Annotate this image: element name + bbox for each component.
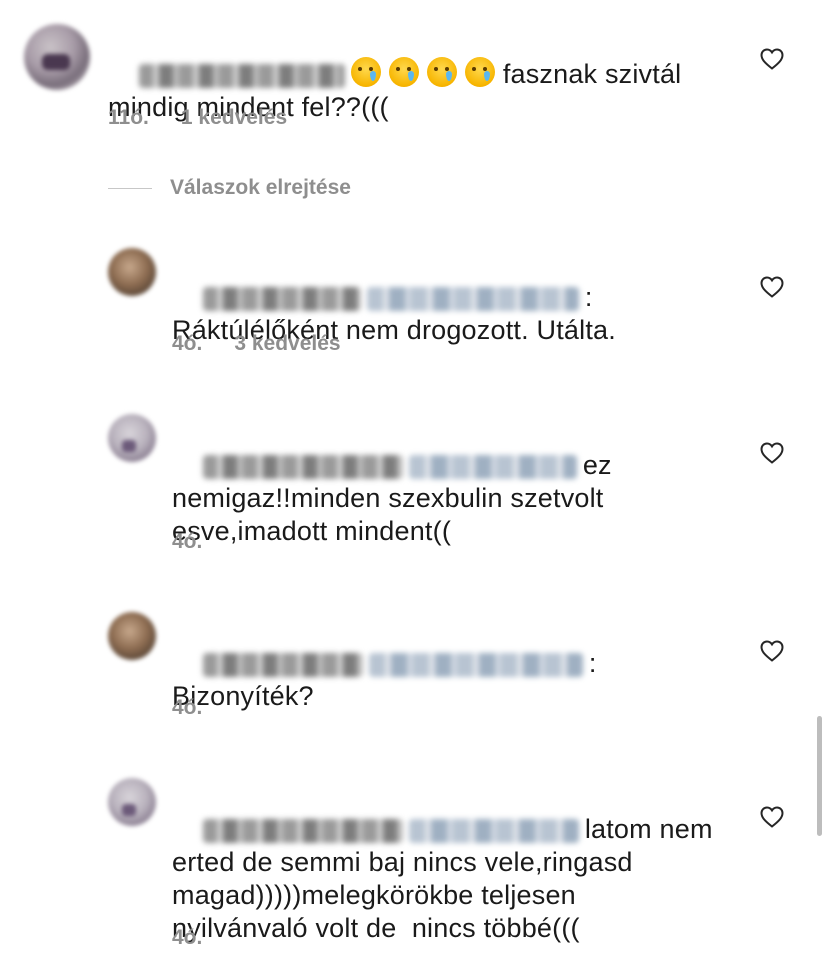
blurred-username[interactable]	[202, 818, 403, 843]
reply-suffix: latom nem	[584, 814, 713, 844]
blurred-username[interactable]	[366, 286, 579, 311]
crying-face-emoji	[388, 57, 419, 87]
reply-meta: 4ó.	[172, 530, 234, 554]
crying-face-emoji	[350, 57, 381, 87]
comment-line: fasznak szivtál	[502, 59, 682, 89]
reply-text: : Ráktúlélőként nem drogozott. Utálta.	[172, 248, 616, 380]
reply-text: latom nem erted de semmi baj nincs vele,r…	[172, 780, 713, 978]
heart-outline-icon[interactable]	[760, 806, 784, 828]
hide-replies-label: Válaszok elrejtése	[170, 176, 351, 199]
reply-time: 4ó.	[172, 332, 203, 355]
blurred-username[interactable]	[368, 652, 583, 677]
blurred-username[interactable]	[202, 652, 363, 677]
reply-suffix: :	[588, 648, 597, 678]
blurred-username[interactable]	[408, 454, 577, 479]
heart-outline-icon[interactable]	[760, 442, 784, 464]
reply-avatar[interactable]	[108, 248, 156, 296]
comment-text: fasznak szivtál mindig mindent fel??(((	[108, 24, 681, 157]
reply-meta: 4ó.	[172, 926, 234, 950]
reply-suffix: ez	[582, 450, 612, 480]
commenter-avatar[interactable]	[24, 24, 90, 90]
blurred-username[interactable]	[138, 63, 345, 88]
reply-text: ez nemigaz!!minden szexbulin szetvolt esve…	[172, 416, 612, 581]
blurred-username[interactable]	[202, 454, 403, 479]
reply-suffix: :	[584, 282, 593, 312]
reply-line: magad)))))melegkörökbe teljesen	[172, 880, 576, 910]
comment-meta: 11ó. 1 kedvelés	[108, 106, 287, 130]
crying-face-emoji	[426, 57, 457, 87]
blurred-username[interactable]	[202, 286, 361, 311]
heart-outline-icon[interactable]	[760, 48, 784, 70]
reply-time: 4ó.	[172, 696, 203, 719]
hide-replies-button[interactable]: Válaszok elrejtése	[108, 176, 351, 200]
comment-time: 11ó.	[108, 106, 149, 129]
reply-meta: 4ó. 3 kedvelés	[172, 332, 341, 356]
like-count-link[interactable]: 1 kedvelés	[181, 106, 287, 129]
reply-avatar[interactable]	[108, 414, 156, 462]
reply-line: erted de semmi baj nincs vele,ringasd	[172, 847, 633, 877]
reply-line: nemigaz!!minden szexbulin szetvolt	[172, 483, 604, 513]
crying-face-emoji	[464, 57, 495, 87]
divider	[108, 187, 152, 189]
like-count-link[interactable]: 3 kedvelés	[234, 332, 340, 355]
reply-time: 4ó.	[172, 926, 203, 949]
reply-text: : Bizonyíték?	[172, 614, 597, 746]
heart-outline-icon[interactable]	[760, 640, 784, 662]
reply-meta: 4ó.	[172, 696, 234, 720]
reply-avatar[interactable]	[108, 612, 156, 660]
scrollbar[interactable]	[817, 716, 822, 836]
reply-avatar[interactable]	[108, 778, 156, 826]
reply-time: 4ó.	[172, 530, 203, 553]
blurred-username[interactable]	[408, 818, 579, 843]
heart-outline-icon[interactable]	[760, 276, 784, 298]
